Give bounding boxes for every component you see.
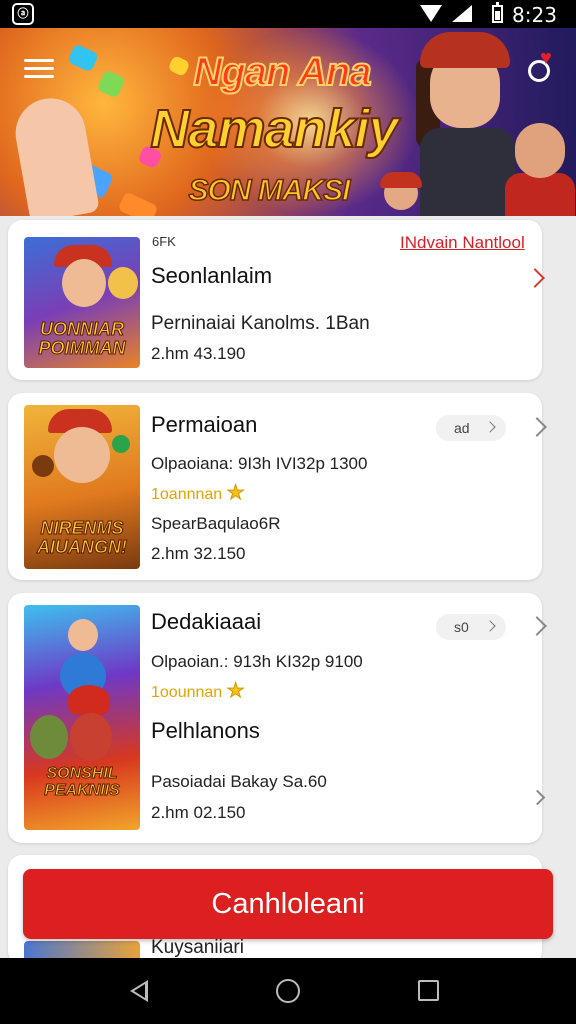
star-icon: ★ xyxy=(226,680,245,703)
back-icon[interactable] xyxy=(130,980,148,1002)
recents-icon[interactable] xyxy=(418,980,439,1001)
thumbnail-caption: UONNIAR POIMMAN xyxy=(38,319,126,359)
chevron-right-icon[interactable] xyxy=(529,789,546,806)
wifi-icon xyxy=(420,5,442,22)
card-pill-label: s0 xyxy=(454,619,469,635)
rating-label: 1oannnan xyxy=(151,486,223,503)
card-pill-button[interactable]: s0 xyxy=(436,614,506,640)
card-meta: 2.hm 32.150 xyxy=(151,544,246,563)
system-nav-bar xyxy=(0,958,576,1024)
banner-gem xyxy=(117,191,159,216)
banner-kid-illustration xyxy=(378,172,424,216)
game-card[interactable]: NIRENMS AIUANGN! Permaioan ad Olpaoiana:… xyxy=(8,393,547,580)
chevron-right-icon xyxy=(484,421,496,433)
banner-title-line2: Namankiy xyxy=(149,98,399,160)
chevron-right-icon[interactable] xyxy=(525,268,545,288)
card-pill-label: ad xyxy=(454,420,470,436)
card-rating: 1oannnan ★ xyxy=(151,480,245,505)
game-thumbnail[interactable]: SONSHIL PEAKNIIS xyxy=(24,605,140,830)
primary-cta-button[interactable]: Canhloleani xyxy=(23,869,553,939)
banner-gem xyxy=(66,43,100,73)
card-description: Pasoiadai Bakay Sa.60 xyxy=(151,772,327,791)
star-icon: ★ xyxy=(226,482,245,505)
banner-hand-illustration xyxy=(10,92,100,216)
hero-banner[interactable]: Ngan Ana Namankiy SON MAKSI ♥ xyxy=(0,28,576,216)
chevron-right-icon[interactable] xyxy=(527,417,547,437)
card-meta: 2.hm 02.150 xyxy=(151,803,246,822)
banner-heroine-illustration xyxy=(410,28,520,216)
thumbnail-caption: SONSHIL PEAKNIIS xyxy=(44,765,121,800)
status-bar: ⓐ 8:23 xyxy=(0,0,576,28)
chevron-right-icon[interactable] xyxy=(527,616,547,636)
card-subtitle: SpearBaqulao6R xyxy=(151,514,281,533)
card-subtitle: Pelhlanons xyxy=(151,718,260,743)
card-info: Olpaoiana: 9I3h IVI32p 1300 xyxy=(151,454,368,473)
banner-hero-illustration xyxy=(505,123,575,216)
card-info: Olpaoian.: 913h KI32p 9100 xyxy=(151,652,363,671)
status-time: 8:23 xyxy=(512,3,557,27)
game-thumbnail[interactable]: UONNIAR POIMMAN xyxy=(24,237,140,368)
card-title: Seonlanlaim xyxy=(151,263,273,288)
app-notification-icon: ⓐ xyxy=(12,3,34,25)
card-description: Perninaiai Kanolms. 1Ban xyxy=(151,313,370,334)
banner-title-line3: SON MAKSI xyxy=(188,173,352,208)
game-thumbnail[interactable]: NIRENMS AIUANGN! xyxy=(24,405,140,569)
thumbnail-caption: NIRENMS AIUANGN! xyxy=(37,518,128,558)
home-icon[interactable] xyxy=(276,979,300,1003)
hamburger-menu-icon[interactable] xyxy=(24,58,54,82)
banner-gem xyxy=(96,69,126,99)
card-link[interactable]: INdvain Nantlool xyxy=(400,233,525,253)
card-rating: 1oounnan ★ xyxy=(151,678,245,703)
card-small-label: 6FK xyxy=(152,234,176,249)
profile-heart-icon[interactable]: ♥ xyxy=(526,48,558,82)
battery-icon xyxy=(492,2,503,23)
card-meta: 2.hm 43.190 xyxy=(151,344,246,363)
banner-title-line1: Ngan Ana xyxy=(192,49,372,95)
card-pill-button[interactable]: ad xyxy=(436,415,506,441)
chevron-right-icon xyxy=(484,620,496,632)
signal-icon xyxy=(452,5,472,22)
card-title: Dedakiaaai xyxy=(151,609,262,634)
card-title: Permaioan xyxy=(151,412,258,437)
game-card[interactable]: SONSHIL PEAKNIIS Dedakiaaai s0 Olpaoian.… xyxy=(8,593,547,843)
game-card[interactable]: UONNIAR POIMMAN 6FK INdvain Nantlool Seo… xyxy=(8,220,545,380)
rating-label: 1oounnan xyxy=(151,684,223,701)
card-title: Kuysaniiari xyxy=(151,937,244,958)
